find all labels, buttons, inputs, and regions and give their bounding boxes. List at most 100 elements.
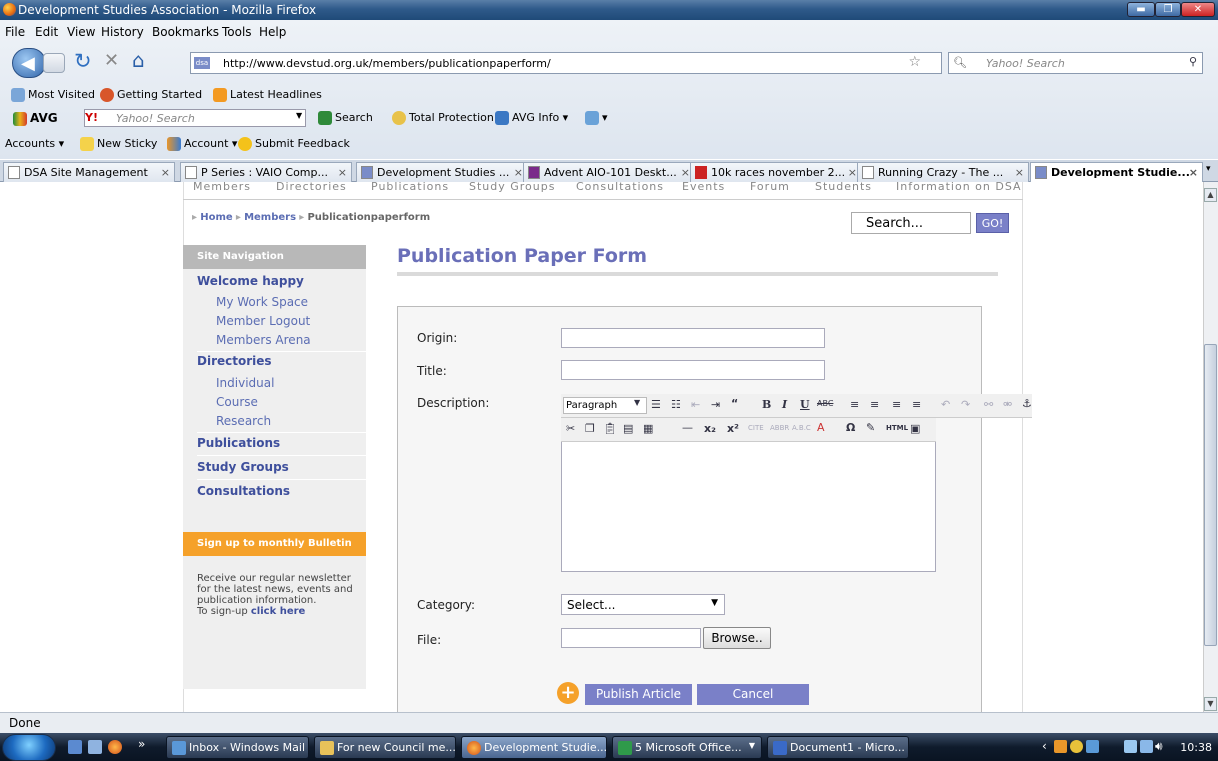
nav-study-groups[interactable]: Study Groups — [469, 180, 555, 193]
indent-icon[interactable]: ⇥ — [711, 398, 720, 411]
cleanup-icon[interactable]: ✎ — [866, 421, 875, 434]
taskbar-council-folder[interactable]: For new Council me... — [314, 736, 456, 759]
redo-icon[interactable]: ↷ — [961, 398, 970, 411]
paste-text-icon[interactable]: ▤ — [623, 422, 633, 435]
submit-feedback-button[interactable]: Submit Feedback — [238, 137, 350, 151]
avg-search-dropdown-icon[interactable]: ▼ — [296, 111, 302, 120]
menu-file[interactable]: File — [5, 25, 25, 39]
sidebar-individual[interactable]: Individual — [216, 376, 274, 390]
star-icon[interactable]: ☆ — [908, 54, 921, 70]
home-icon[interactable]: ⌂ — [132, 48, 145, 72]
avg-info-button[interactable]: AVG Info ▾ — [495, 111, 568, 125]
subscript-icon[interactable]: x₂ — [704, 422, 716, 435]
shield-tray-icon[interactable] — [1070, 740, 1083, 753]
back-button[interactable]: ◀ — [12, 48, 46, 78]
avg-logo[interactable]: AVG — [13, 111, 58, 126]
scroll-down-icon[interactable]: ▼ — [1204, 697, 1217, 711]
minimize-button[interactable]: ▬ — [1127, 2, 1155, 17]
abbr-icon[interactable]: ABBR — [770, 424, 789, 432]
avg-total-protection[interactable]: Total Protection — [392, 111, 494, 125]
paragraph-dropdown-icon[interactable]: ▼ — [634, 398, 640, 407]
tab-dsa-site-management[interactable]: DSA Site Management × — [3, 162, 175, 182]
menu-bookmarks[interactable]: Bookmarks — [152, 25, 219, 39]
reload-icon[interactable]: ↻ — [74, 49, 92, 73]
close-tab-icon[interactable]: × — [514, 166, 523, 179]
close-tab-icon[interactable]: × — [848, 166, 857, 179]
switch-windows-icon[interactable] — [88, 740, 102, 754]
avg-tray-icon[interactable] — [1054, 740, 1067, 753]
tab-vaio[interactable]: P Series : VAIO Comp... × — [180, 162, 352, 182]
remove-format-icon[interactable]: A — [817, 421, 825, 434]
close-tab-icon[interactable]: × — [1189, 166, 1198, 179]
superscript-icon[interactable]: x² — [727, 422, 739, 435]
search-engine-icon[interactable]: 🔍︎ — [953, 56, 967, 69]
bookmark-latest-headlines[interactable]: Latest Headlines — [213, 88, 322, 102]
menu-help[interactable]: Help — [259, 25, 286, 39]
italic-icon[interactable]: I — [782, 398, 787, 411]
nav-students[interactable]: Students — [815, 180, 872, 193]
nav-events[interactable]: Events — [682, 180, 725, 193]
paste-icon[interactable]: 📋︎ — [603, 422, 617, 435]
nav-directories[interactable]: Directories — [276, 180, 347, 193]
scroll-up-icon[interactable]: ▲ — [1204, 188, 1217, 202]
sidebar-member-logout[interactable]: Member Logout — [216, 314, 310, 328]
taskbar-development-studies[interactable]: Development Studie... — [461, 736, 607, 759]
volume-icon[interactable]: 🔊︎ — [1155, 739, 1163, 754]
sidebar-consultations[interactable]: Consultations — [197, 484, 290, 498]
publish-article-button[interactable]: Publish Article — [585, 684, 692, 705]
site-search-input[interactable]: Search... — [851, 212, 971, 234]
blockquote-icon[interactable]: “ — [731, 397, 738, 410]
network-tray-icon[interactable] — [1086, 740, 1099, 753]
bullet-list-icon[interactable]: ☰ — [651, 398, 661, 411]
avg-extra-icon[interactable]: ▾ — [585, 111, 608, 125]
fullscreen-icon[interactable]: ▣ — [910, 422, 920, 435]
special-character-icon[interactable]: Ω — [846, 421, 855, 434]
tab-development-studies[interactable]: Development Studies ... × — [356, 162, 528, 182]
align-justify-icon[interactable]: ≡ — [912, 398, 921, 411]
title-input[interactable] — [561, 360, 825, 380]
sidebar-study-groups[interactable]: Study Groups — [197, 460, 289, 474]
new-sticky-button[interactable]: New Sticky — [80, 137, 157, 151]
tab-10k-races[interactable]: 10k races november 2... × — [690, 162, 862, 182]
close-tab-icon[interactable]: × — [681, 166, 690, 179]
paste-word-icon[interactable]: ▦ — [643, 422, 653, 435]
horizontal-rule-icon[interactable]: — — [682, 421, 693, 434]
close-button[interactable]: ✕ — [1181, 2, 1215, 17]
nav-publications[interactable]: Publications — [371, 180, 449, 193]
nav-forum[interactable]: Forum — [750, 180, 790, 193]
nav-consultations[interactable]: Consultations — [576, 180, 664, 193]
stop-icon[interactable]: ✕ — [104, 50, 119, 71]
cut-icon[interactable]: ✂ — [566, 422, 575, 435]
show-desktop-icon[interactable] — [68, 740, 82, 754]
sidebar-welcome[interactable]: Welcome happy — [197, 274, 304, 288]
numbered-list-icon[interactable]: ☷ — [671, 398, 681, 411]
nav-members[interactable]: Members — [193, 180, 251, 193]
underline-icon[interactable]: U — [800, 398, 810, 411]
bookmark-most-visited[interactable]: Most Visited — [11, 88, 95, 102]
align-left-icon[interactable]: ≡ — [850, 398, 859, 411]
start-button[interactable] — [2, 734, 56, 761]
site-search-go-button[interactable]: GO! — [976, 213, 1009, 233]
breadcrumb-home[interactable]: Home — [200, 212, 232, 223]
scrollbar-thumb[interactable] — [1204, 344, 1217, 646]
taskbar-document1[interactable]: Document1 - Micro... — [767, 736, 909, 759]
forward-button[interactable] — [43, 53, 65, 73]
sidebar-my-work-space[interactable]: My Work Space — [216, 295, 308, 309]
menu-history[interactable]: History — [101, 25, 144, 39]
category-select[interactable]: Select... ▼ — [561, 594, 725, 615]
cite-icon[interactable]: CITE — [748, 424, 764, 432]
url-bar[interactable]: dsa http://www.devstud.org.uk/members/pu… — [190, 52, 942, 74]
account-menu[interactable]: Account ▾ — [167, 137, 237, 151]
tab-list-icon[interactable]: ▾ — [1206, 164, 1211, 174]
origin-input[interactable] — [561, 328, 825, 348]
close-tab-icon[interactable]: × — [1015, 166, 1024, 179]
acronym-icon[interactable]: A.B.C — [792, 424, 811, 432]
taskbar-windows-mail[interactable]: Inbox - Windows Mail — [166, 736, 309, 759]
browser-search-box[interactable]: 🔍︎ Yahoo! Search ⚲ — [948, 52, 1203, 74]
bold-icon[interactable]: B — [762, 398, 771, 411]
tab-advent[interactable]: Advent AIO-101 Deskt... × — [523, 162, 695, 182]
browse-button[interactable]: Browse.. — [703, 627, 771, 649]
search-go-icon[interactable]: ⚲ — [1189, 55, 1197, 68]
sidebar-course[interactable]: Course — [216, 395, 258, 409]
firefox-quicklaunch-icon[interactable] — [108, 740, 122, 754]
